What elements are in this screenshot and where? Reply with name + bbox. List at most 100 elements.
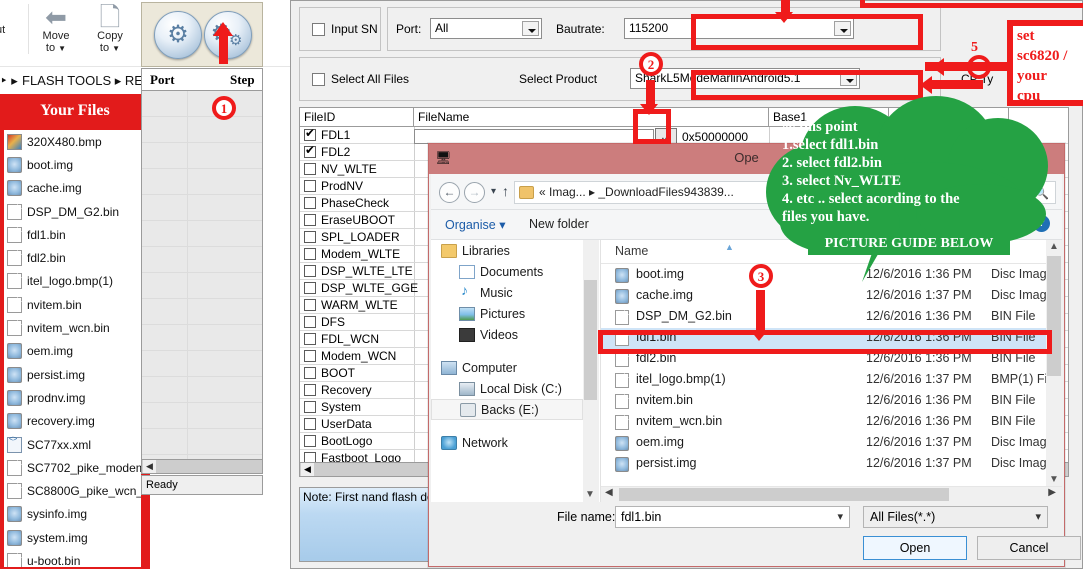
move-to-button[interactable]: ⬅ Move to ▼ (30, 4, 82, 55)
your-files-list[interactable]: 320X480.bmp boot.img cache.img DSP_DM_G2.bi… (4, 130, 141, 567)
list-item[interactable]: recovery.img (4, 410, 141, 433)
file-id-checkbox[interactable] (304, 214, 316, 226)
file-id-checkbox[interactable] (304, 143, 316, 158)
file-id-checkbox[interactable] (304, 299, 316, 311)
scroll-right-icon[interactable]: ▶ (1048, 487, 1056, 498)
recent-locations-icon[interactable]: ▾ (491, 186, 496, 197)
scroll-left-icon[interactable]: ◀ (605, 487, 613, 498)
back-button[interactable]: ← (439, 182, 460, 203)
file-list-item[interactable]: boot.img 12/6/2016 1:36 PM Disc Image I (601, 265, 1062, 286)
scroll-left-icon[interactable]: ◀ (301, 463, 314, 476)
list-item[interactable]: SC7702_pike_modem (4, 456, 141, 479)
organise-menu[interactable]: Organise ▾ (445, 217, 505, 232)
chevron-down-icon[interactable]: ▼ (1049, 474, 1059, 485)
port-grid-row[interactable] (142, 169, 262, 195)
column-header-port[interactable]: Port (150, 72, 175, 88)
sidebar-item-local-disk-c[interactable]: Local Disk (C:) (431, 378, 583, 399)
cut-label[interactable]: ut (0, 24, 5, 36)
settings-button[interactable]: ⚙ (154, 11, 202, 59)
file-id-checkbox[interactable] (304, 282, 316, 294)
column-header-filename[interactable]: FileName (414, 108, 769, 127)
file-id-checkbox[interactable] (304, 333, 316, 345)
scrollbar-thumb[interactable] (584, 280, 597, 400)
file-name-input[interactable]: fdl1.bin ▾ (615, 506, 850, 528)
list-item[interactable]: nvitem_wcn.bin (4, 316, 141, 339)
file-list-pane[interactable]: Name ▲ boot.img 12/6/2016 1:36 PM Disc Ima… (600, 240, 1062, 502)
list-item[interactable]: boot.img (4, 153, 141, 176)
breadcrumb[interactable]: FLASH TOOLS ▸ RE (22, 73, 143, 89)
file-id-checkbox[interactable] (304, 231, 316, 243)
list-item[interactable]: oem.img (4, 340, 141, 363)
file-list-item[interactable]: cache.img 12/6/2016 1:37 PM Disc Image I (601, 286, 1062, 307)
file-id-checkbox[interactable] (304, 367, 316, 379)
nav-pane-scrollbar[interactable]: ▼ (583, 240, 599, 502)
file-id-checkbox[interactable] (304, 197, 316, 209)
port-step-grid[interactable]: Port Step ◀ (141, 68, 263, 481)
chevron-down-icon[interactable] (522, 21, 539, 36)
list-item[interactable]: fdl1.bin (4, 223, 141, 246)
file-id-checkbox[interactable] (304, 265, 316, 277)
list-item[interactable]: system.img (4, 526, 141, 549)
open-button[interactable]: Open (863, 536, 967, 560)
list-item[interactable]: 320X480.bmp (4, 130, 141, 153)
file-id-checkbox[interactable] (304, 350, 316, 362)
file-list-item[interactable]: nvitem_wcn.bin 12/6/2016 1:36 PM BIN File (601, 412, 1062, 433)
port-grid-row[interactable] (142, 403, 262, 429)
copy-to-button[interactable]: 🗋 Copy to ▼ (84, 4, 136, 55)
file-list-item[interactable]: nvitem.bin 12/6/2016 1:36 PM BIN File (601, 391, 1062, 412)
dialog-nav-pane[interactable]: Libraries Documents Music Pictures Videos Com… (431, 240, 583, 502)
file-list-item[interactable]: oem.img 12/6/2016 1:37 PM Disc Image I (601, 433, 1062, 454)
sidebar-item-libraries[interactable]: Libraries (431, 240, 583, 261)
port-grid-row[interactable] (142, 195, 262, 221)
sidebar-item-videos[interactable]: Videos (431, 324, 583, 345)
file-id-checkbox[interactable] (304, 316, 316, 328)
list-item[interactable]: fdl2.bin (4, 246, 141, 269)
scrollbar-thumb[interactable] (619, 488, 949, 501)
chevron-down-icon[interactable]: ▾ (1035, 510, 1041, 523)
scroll-left-icon[interactable]: ◀ (143, 460, 156, 473)
port-grid-row[interactable] (142, 273, 262, 299)
list-item[interactable]: nvitem.bin (4, 293, 141, 316)
select-all-files-checkbox[interactable] (312, 73, 325, 86)
column-header-fileid[interactable]: FileID (300, 108, 414, 127)
column-header-step[interactable]: Step (230, 72, 255, 88)
filename-cell-input[interactable] (414, 129, 654, 144)
port-grid-row[interactable] (142, 325, 262, 351)
chevron-down-icon[interactable]: ▾ (837, 510, 843, 523)
address-path[interactable]: « Imag... ▸ _DownloadFiles943839... (539, 185, 734, 199)
port-grid-row[interactable] (142, 377, 262, 403)
file-id-checkbox[interactable] (304, 384, 316, 396)
list-item[interactable]: sysinfo.img (4, 503, 141, 526)
sidebar-item-pictures[interactable]: Pictures (431, 303, 583, 324)
port-grid-row[interactable] (142, 117, 262, 143)
list-item[interactable]: prodnv.img (4, 386, 141, 409)
list-item[interactable]: cache.img (4, 177, 141, 200)
port-grid-row[interactable] (142, 299, 262, 325)
port-grid-row[interactable] (142, 143, 262, 169)
column-header-name[interactable]: Name (615, 244, 648, 258)
file-list-hscrollbar[interactable]: ◀ ▶ (601, 486, 1062, 502)
sidebar-item-backs-e[interactable]: Backs (E:) (431, 399, 583, 420)
new-folder-button[interactable]: New folder (529, 217, 589, 231)
port-grid-row[interactable] (142, 221, 262, 247)
port-grid-row[interactable] (142, 429, 262, 455)
sidebar-item-music[interactable]: Music (431, 282, 583, 303)
list-item[interactable]: SC8800G_pike_wcn_c (4, 479, 141, 502)
file-list-item[interactable]: persist.img 12/6/2016 1:37 PM Disc Image I (601, 454, 1062, 475)
sidebar-item-documents[interactable]: Documents (431, 261, 583, 282)
file-id-checkbox[interactable] (304, 418, 316, 430)
sidebar-item-computer[interactable]: Computer (431, 357, 583, 378)
file-type-filter[interactable]: All Files(*.*) ▾ (863, 506, 1048, 528)
file-list-item[interactable]: DSP_DM_G2.bin 12/6/2016 1:36 PM BIN File (601, 307, 1062, 328)
scrollbar-thumb[interactable] (1047, 256, 1061, 376)
port-grid-hscrollbar[interactable]: ◀ (142, 459, 262, 473)
up-one-level-button[interactable]: ↑ (502, 183, 509, 199)
file-id-checkbox[interactable] (304, 163, 316, 175)
list-item[interactable]: SC77xx.xml (4, 433, 141, 456)
port-grid-row[interactable] (142, 247, 262, 273)
port-grid-row[interactable] (142, 91, 262, 117)
list-item[interactable]: DSP_DM_G2.bin (4, 200, 141, 223)
sidebar-item-network[interactable]: Network (431, 432, 583, 453)
cancel-button[interactable]: Cancel (977, 536, 1081, 560)
port-select[interactable]: All (430, 18, 542, 39)
